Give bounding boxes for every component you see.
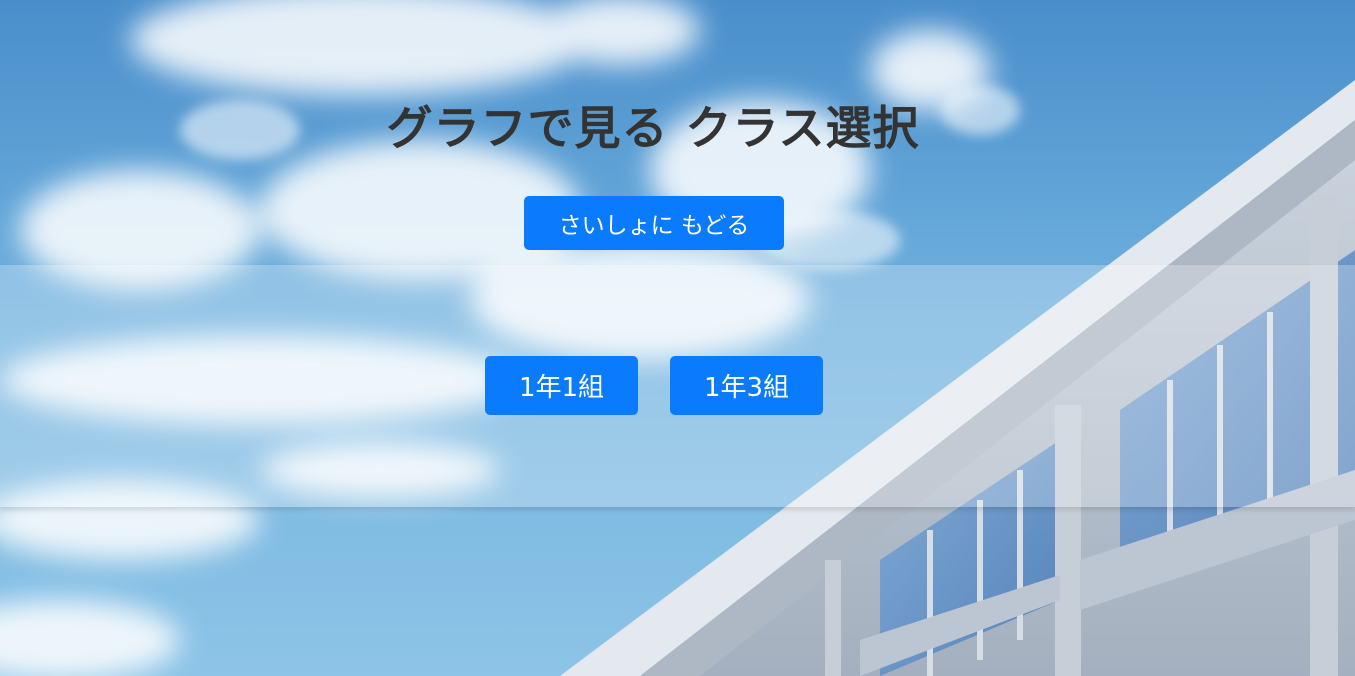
class-button-1-3[interactable]: 1年3組 bbox=[670, 356, 823, 415]
class-button-1-1[interactable]: 1年1組 bbox=[485, 356, 638, 415]
back-to-start-button[interactable]: さいしょに もどる bbox=[524, 196, 784, 250]
page-root: グラフで見る クラス選択 さいしょに もどる 1年1組 1年3組 bbox=[0, 0, 1355, 676]
page-title: グラフで見る クラス選択 bbox=[386, 101, 920, 155]
